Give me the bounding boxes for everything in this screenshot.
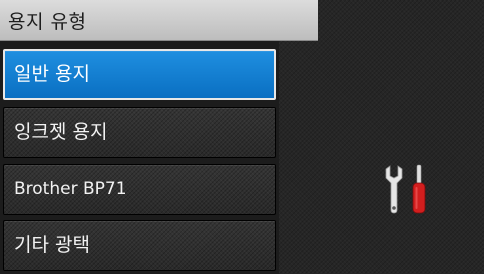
menu-item-inkjet-paper[interactable]: 잉크젯 용지 bbox=[3, 107, 276, 158]
screen: 용지 유형 일반 용지 잉크젯 용지 Brother BP71 기타 광택 bbox=[0, 0, 484, 274]
title-bar: 용지 유형 bbox=[0, 0, 318, 41]
page-title: 용지 유형 bbox=[8, 11, 87, 33]
menu-item-brother-bp71[interactable]: Brother BP71 bbox=[3, 164, 276, 215]
tools-svg bbox=[385, 164, 426, 214]
menu-item-plain-paper[interactable]: 일반 용지 bbox=[3, 49, 276, 100]
settings-tools-icon[interactable] bbox=[384, 164, 434, 214]
screwdriver-shaft bbox=[416, 164, 422, 186]
wrench-icon bbox=[385, 165, 403, 214]
menu-item-other-glossy[interactable]: 기타 광택 bbox=[3, 220, 276, 271]
screwdriver-icon bbox=[412, 182, 426, 214]
